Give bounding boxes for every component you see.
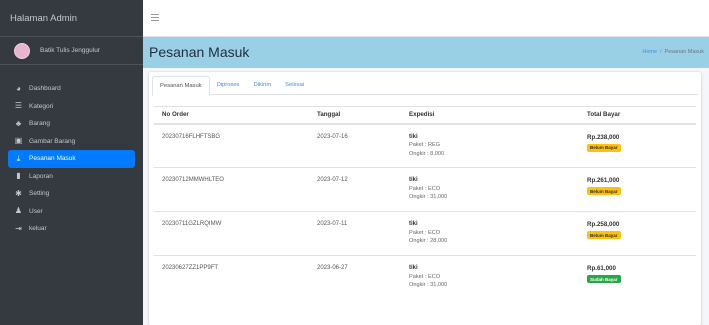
cubes-icon: ♣ [15, 118, 22, 128]
total-amount: Rp.261,000 [587, 177, 620, 184]
total-cell: Rp.258,000 Belum Bayar [579, 211, 696, 256]
courier-name: tiki [409, 221, 418, 227]
menu-toggle-icon[interactable] [151, 14, 159, 23]
column-header-total: Total Bayar [579, 106, 696, 125]
order-date: 2023-07-11 [309, 211, 401, 256]
breadcrumb-current: Pesanan Masuk [664, 49, 704, 55]
avatar [14, 42, 30, 59]
order-number: 20230627ZZ1PP9FT [154, 255, 309, 300]
list-icon: ☰ [14, 101, 23, 111]
order-date: 2023-07-16 [309, 123, 401, 168]
tab-pesanan-masuk[interactable]: Pesanan Masuk [152, 76, 210, 96]
status-badge: Belum Bayar [587, 143, 621, 152]
shipping-cost: Ongkir : 31,000 [409, 282, 448, 288]
tab-diproses[interactable]: Diproses [210, 76, 247, 95]
column-header-order: No Order [154, 106, 309, 125]
sidebar-item-dashboard[interactable]: ◕ Dashboard [8, 80, 135, 98]
courier-cell: tiki Paket : ECO Ongkir : 28,000 [401, 211, 579, 256]
sidebar-item-label: Laporan [29, 172, 53, 180]
user-name[interactable]: Batik Tulis Jenggulur [40, 47, 100, 54]
courier-cell: tiki Paket : REG Ongkir : 8,000 [401, 123, 579, 168]
logout-icon: ⇥ [15, 223, 22, 233]
order-date: 2023-06-27 [309, 255, 401, 300]
sidebar-item-label: Setting [29, 190, 50, 198]
courier-package: Paket : ECO [409, 273, 441, 280]
content-header: Pesanan Masuk Home / Pesanan Masuk [143, 37, 709, 68]
table-row: 20230711GZLRQIMW 2023-07-11 tiki Paket : EC… [154, 211, 696, 256]
sidebar-item-label: Gambar Barang [29, 137, 76, 145]
sidebar-item-label: Barang [29, 120, 50, 128]
breadcrumb: Home / Pesanan Masuk [642, 49, 704, 55]
cog-icon: ✱ [15, 188, 22, 198]
sidebar-item-keluar[interactable]: ⇥ keluar [8, 220, 135, 238]
courier-package: Paket : ECO [409, 185, 441, 192]
order-number: 20230716FLHFTSBG [154, 123, 309, 168]
image-icon: ▣ [14, 136, 23, 146]
total-cell: Rp.238,000 Belum Bayar [579, 123, 696, 168]
orders-card: Pesanan Masuk Diproses Dikirim Selesai No O… [149, 72, 701, 325]
sidebar: Halaman Admin Batik Tulis Jenggulur ◕ Das… [0, 0, 143, 325]
sidebar-item-barang[interactable]: ♣ Barang [8, 115, 135, 133]
download-icon: ⤓ [16, 153, 21, 163]
shipping-cost: Ongkir : 8,000 [409, 150, 445, 157]
courier-package: Paket : REG [409, 142, 441, 148]
sidebar-item-pesanan-masuk[interactable]: ⤓ Pesanan Masuk [8, 150, 135, 168]
tab-dikirim[interactable]: Dikirim [246, 76, 278, 95]
courier-cell: tiki Paket : ECO Ongkir : 31,000 [401, 255, 579, 300]
shipping-cost: Ongkir : 28,000 [409, 238, 448, 244]
courier-name: tiki [409, 177, 418, 183]
sidebar-item-label: Dashboard [29, 85, 61, 93]
status-badge: Belum Bayar [587, 187, 621, 195]
status-badge: Sudah Bayar [587, 275, 621, 283]
order-number: 20230712MMWHLTEO [154, 167, 309, 212]
breadcrumb-home[interactable]: Home [642, 49, 657, 55]
order-tabs: Pesanan Masuk Diproses Dikirim Selesai [152, 76, 698, 96]
table-row: 20230716FLHFTSBG 2023-07-16 tiki Paket : RE… [154, 123, 696, 168]
sidebar-item-label: Pesanan Masuk [29, 155, 76, 163]
sidebar-nav: ◕ Dashboard ☰ Kategori ♣ Barang ▣ Gambar Barang… [0, 80, 143, 238]
page-title: Pesanan Masuk [149, 44, 250, 60]
top-navbar [143, 0, 709, 37]
column-header-date: Tanggal [309, 106, 401, 125]
column-header-courier: Expedisi [401, 106, 579, 125]
users-icon: ♟ [14, 206, 23, 216]
sidebar-item-kategori[interactable]: ☰ Kategori [8, 98, 135, 116]
courier-package: Paket : ECO [409, 229, 441, 236]
order-number: 20230711GZLRQIMW [154, 211, 309, 256]
brand-link[interactable]: Halaman Admin [0, 0, 143, 37]
sidebar-item-gambar-barang[interactable]: ▣ Gambar Barang [8, 133, 135, 151]
total-amount: Rp.61,000 [587, 265, 616, 272]
sidebar-item-laporan[interactable]: ▮ Laporan [8, 168, 135, 186]
courier-name: tiki [409, 133, 418, 140]
dashboard-icon: ◕ [16, 83, 21, 93]
total-cell: Rp.61,000 Sudah Bayar [579, 255, 696, 300]
total-amount: Rp.258,000 [587, 221, 620, 228]
shipping-cost: Ongkir : 31,000 [409, 194, 448, 200]
table-row: 20230627ZZ1PP9FT 2023-06-27 tiki Paket : EC… [154, 255, 696, 300]
user-panel: Batik Tulis Jenggulur [0, 37, 143, 65]
file-icon: ▮ [16, 171, 21, 181]
courier-cell: tiki Paket : ECO Ongkir : 31,000 [401, 167, 579, 212]
total-amount: Rp.238,000 [587, 133, 620, 141]
courier-name: tiki [409, 265, 418, 271]
sidebar-item-setting[interactable]: ✱ Setting [8, 185, 135, 203]
sidebar-item-label: keluar [29, 225, 47, 233]
order-date: 2023-07-12 [309, 167, 401, 212]
sidebar-item-label: User [29, 207, 43, 215]
sidebar-item-user[interactable]: ♟ User [8, 203, 135, 221]
sidebar-item-label: Kategori [29, 102, 54, 110]
total-cell: Rp.261,000 Belum Bayar [579, 167, 696, 212]
tab-selesai[interactable]: Selesai [278, 76, 311, 95]
table-row: 20230712MMWHLTEO 2023-07-12 tiki Paket : EC… [154, 167, 696, 212]
orders-table: No Order Tanggal Expedisi Total Bayar 20… [154, 106, 696, 300]
status-badge: Belum Bayar [587, 231, 621, 239]
